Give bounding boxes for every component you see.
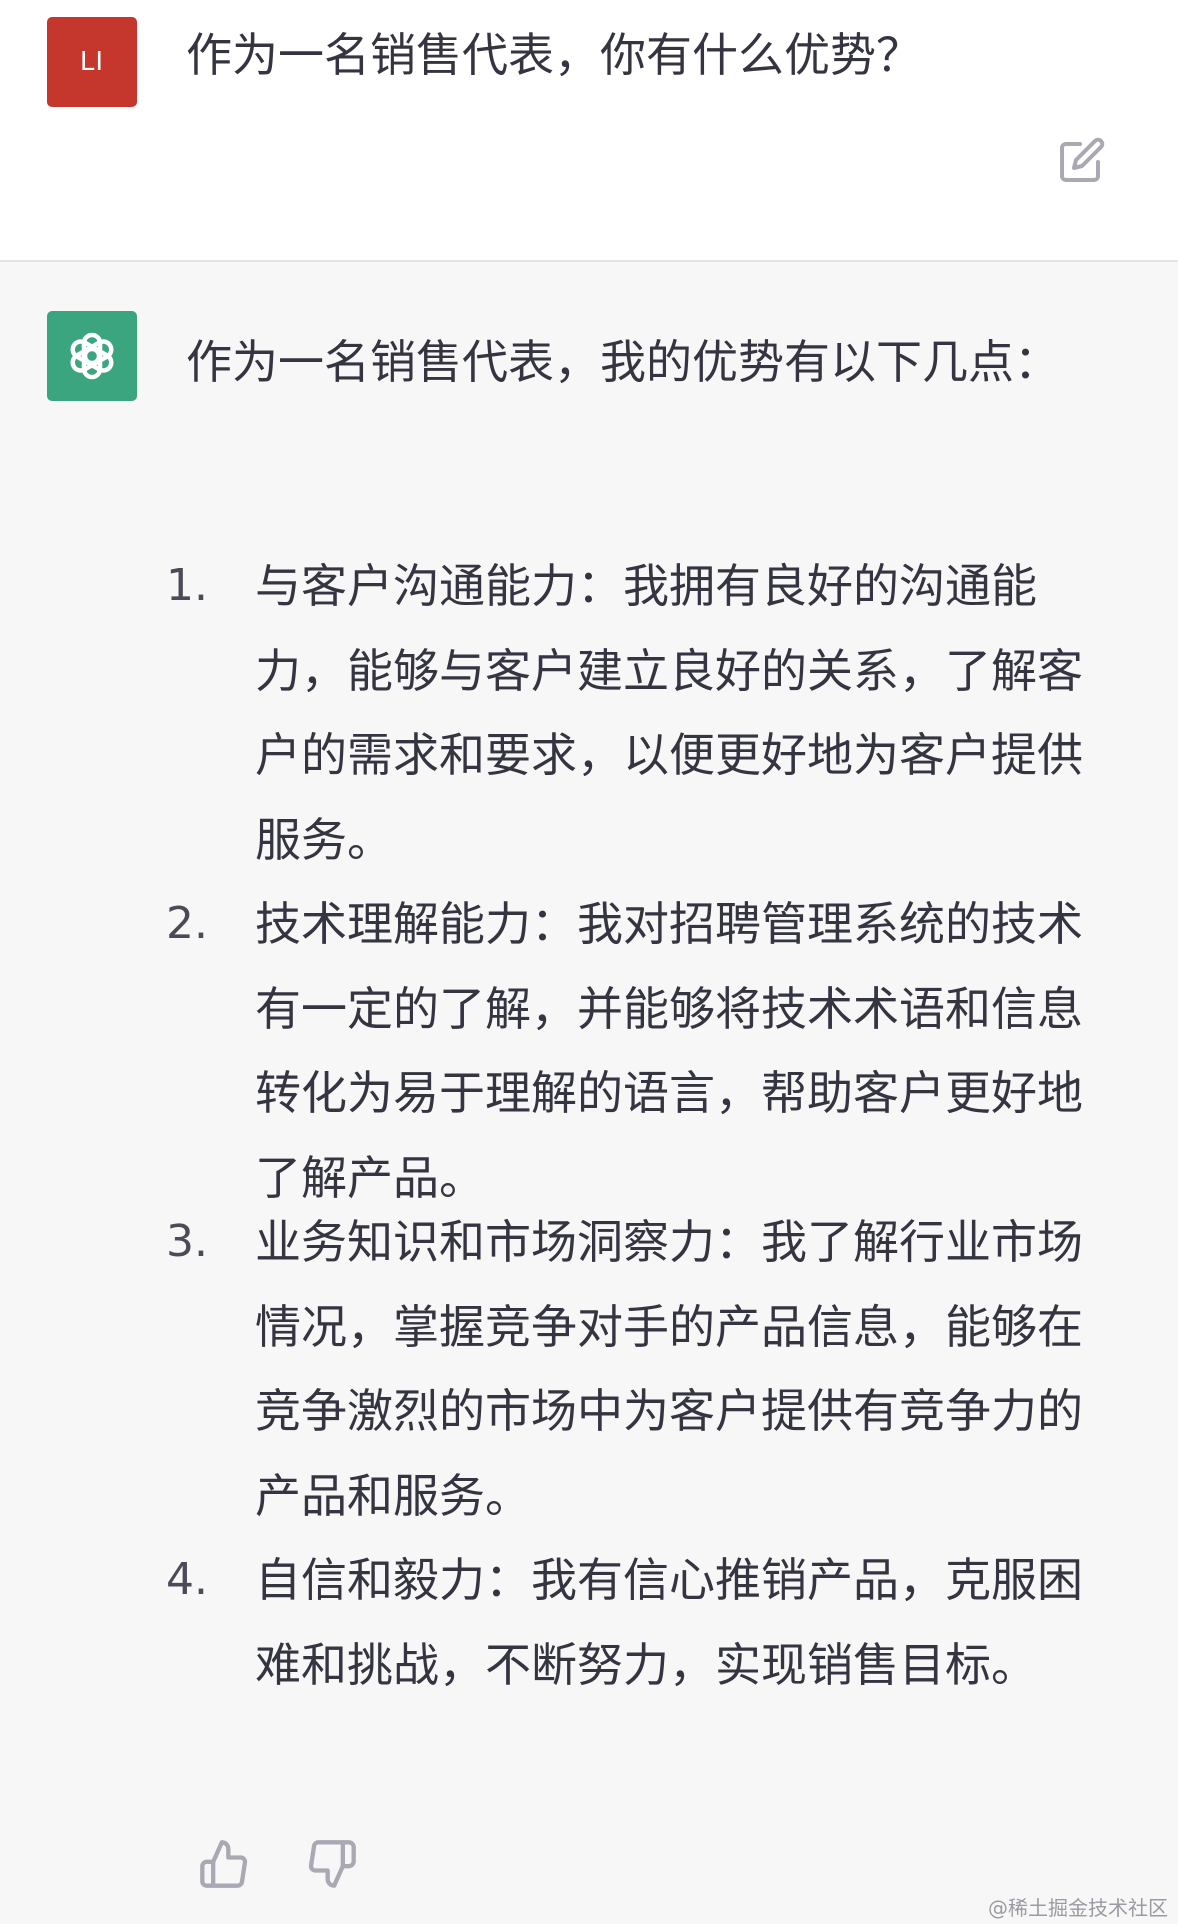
list-item-number: 3. bbox=[166, 1216, 208, 1267]
list-item-text: 业务知识和市场洞察力：我了解行业市场情况，掌握竞争对手的产品信息，能够在竞争激烈… bbox=[255, 1215, 1083, 1523]
openai-logo-icon bbox=[70, 332, 114, 380]
list-item-text: 自信和毅力：我有信心推销产品，克服困难和挑战，不断努力，实现销售目标。 bbox=[255, 1553, 1083, 1692]
list-item-number: 1. bbox=[166, 560, 208, 611]
user-message: LI 作为一名销售代表，你有什么优势？ bbox=[0, 0, 1178, 260]
thumb-down-icon[interactable] bbox=[306, 1838, 358, 1890]
assistant-intro: 作为一名销售代表，我的优势有以下几点： bbox=[186, 335, 1060, 389]
list-item-number: 2. bbox=[166, 898, 208, 949]
list-item-number: 4. bbox=[166, 1554, 208, 1605]
list-item-text: 与客户沟通能力：我拥有良好的沟通能力，能够与客户建立良好的关系，了解客户的需求和… bbox=[255, 559, 1083, 867]
user-avatar-text: LI bbox=[79, 47, 105, 77]
assistant-avatar bbox=[47, 311, 137, 401]
list-item-text: 技术理解能力：我对招聘管理系统的技术有一定的了解，并能够将技术术语和信息转化为易… bbox=[255, 897, 1083, 1205]
watermark: @稀土掘金技术社区 bbox=[988, 1896, 1168, 1920]
edit-icon[interactable] bbox=[1058, 136, 1106, 184]
user-avatar: LI bbox=[47, 17, 137, 107]
user-question: 作为一名销售代表，你有什么优势？ bbox=[186, 28, 922, 82]
thumb-up-icon[interactable] bbox=[198, 1838, 250, 1890]
